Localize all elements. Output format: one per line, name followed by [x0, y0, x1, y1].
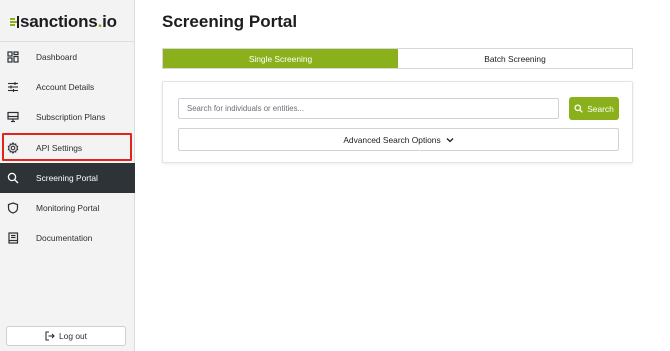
sidebar-item-documentation[interactable]: Documentation	[0, 223, 135, 253]
advanced-search-label: Advanced Search Options	[343, 134, 441, 145]
logo-mark-icon	[10, 16, 19, 28]
logout-label: Log out	[59, 331, 87, 341]
advanced-search-toggle[interactable]: Advanced Search Options	[178, 128, 619, 151]
search-button-label: Search	[587, 103, 614, 114]
search-button[interactable]: Search	[569, 97, 619, 120]
shield-icon	[6, 201, 20, 215]
brand-name-main: sanctions	[20, 12, 98, 31]
gear-icon	[6, 141, 20, 155]
sidebar-item-label: Subscription Plans	[36, 112, 106, 122]
search-input[interactable]	[178, 98, 559, 119]
sidebar-item-subscription-plans[interactable]: Subscription Plans	[0, 102, 135, 132]
sidebar-item-monitoring-portal[interactable]: Monitoring Portal	[0, 193, 135, 223]
screening-tabs: Single Screening Batch Screening	[162, 48, 633, 69]
brand-name-suffix: io	[102, 12, 117, 31]
main-content: Screening Portal Single Screening Batch …	[136, 0, 670, 351]
sidebar-item-label: Account Details	[36, 82, 95, 92]
search-card: Search Advanced Search Options	[162, 81, 633, 163]
logout-icon	[45, 331, 55, 341]
monitor-icon	[6, 110, 20, 124]
sidebar-item-label: Screening Portal	[36, 173, 98, 183]
logout-button[interactable]: Log out	[6, 326, 126, 346]
dashboard-icon	[6, 50, 20, 64]
brand-name: sanctions.io	[20, 12, 117, 32]
sidebar-item-api-settings[interactable]: API Settings	[0, 133, 135, 163]
sidebar-item-label: Dashboard	[36, 52, 77, 62]
search-icon	[574, 104, 583, 113]
sidebar-item-label: Monitoring Portal	[36, 203, 100, 213]
sidebar: sanctions.io Dashboard Account Details S…	[0, 0, 135, 351]
sidebar-item-account-details[interactable]: Account Details	[0, 72, 135, 102]
chevron-down-icon	[446, 137, 454, 143]
book-icon	[6, 231, 20, 245]
sliders-icon	[6, 80, 20, 94]
tab-single-screening[interactable]: Single Screening	[163, 49, 398, 68]
sidebar-item-label: Documentation	[36, 233, 93, 243]
page-title: Screening Portal	[162, 12, 298, 31]
tab-batch-screening[interactable]: Batch Screening	[398, 49, 632, 68]
search-icon	[6, 171, 20, 185]
sidebar-item-dashboard[interactable]: Dashboard	[0, 42, 135, 72]
sidebar-item-label: API Settings	[36, 143, 83, 153]
brand-logo[interactable]: sanctions.io	[10, 12, 117, 32]
sidebar-item-screening-portal[interactable]: Screening Portal	[0, 163, 135, 193]
